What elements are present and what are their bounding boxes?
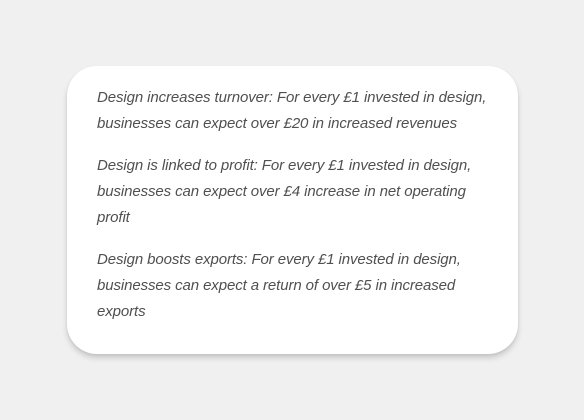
exports-statement: Design boosts exports: For every £1 inve… bbox=[97, 251, 461, 320]
profit-statement: Design is linked to profit: For every £1… bbox=[97, 157, 472, 226]
info-card: Design increases turnover: For every £1 … bbox=[67, 66, 518, 354]
turnover-statement: Design increases turnover: For every £1 … bbox=[97, 89, 487, 132]
